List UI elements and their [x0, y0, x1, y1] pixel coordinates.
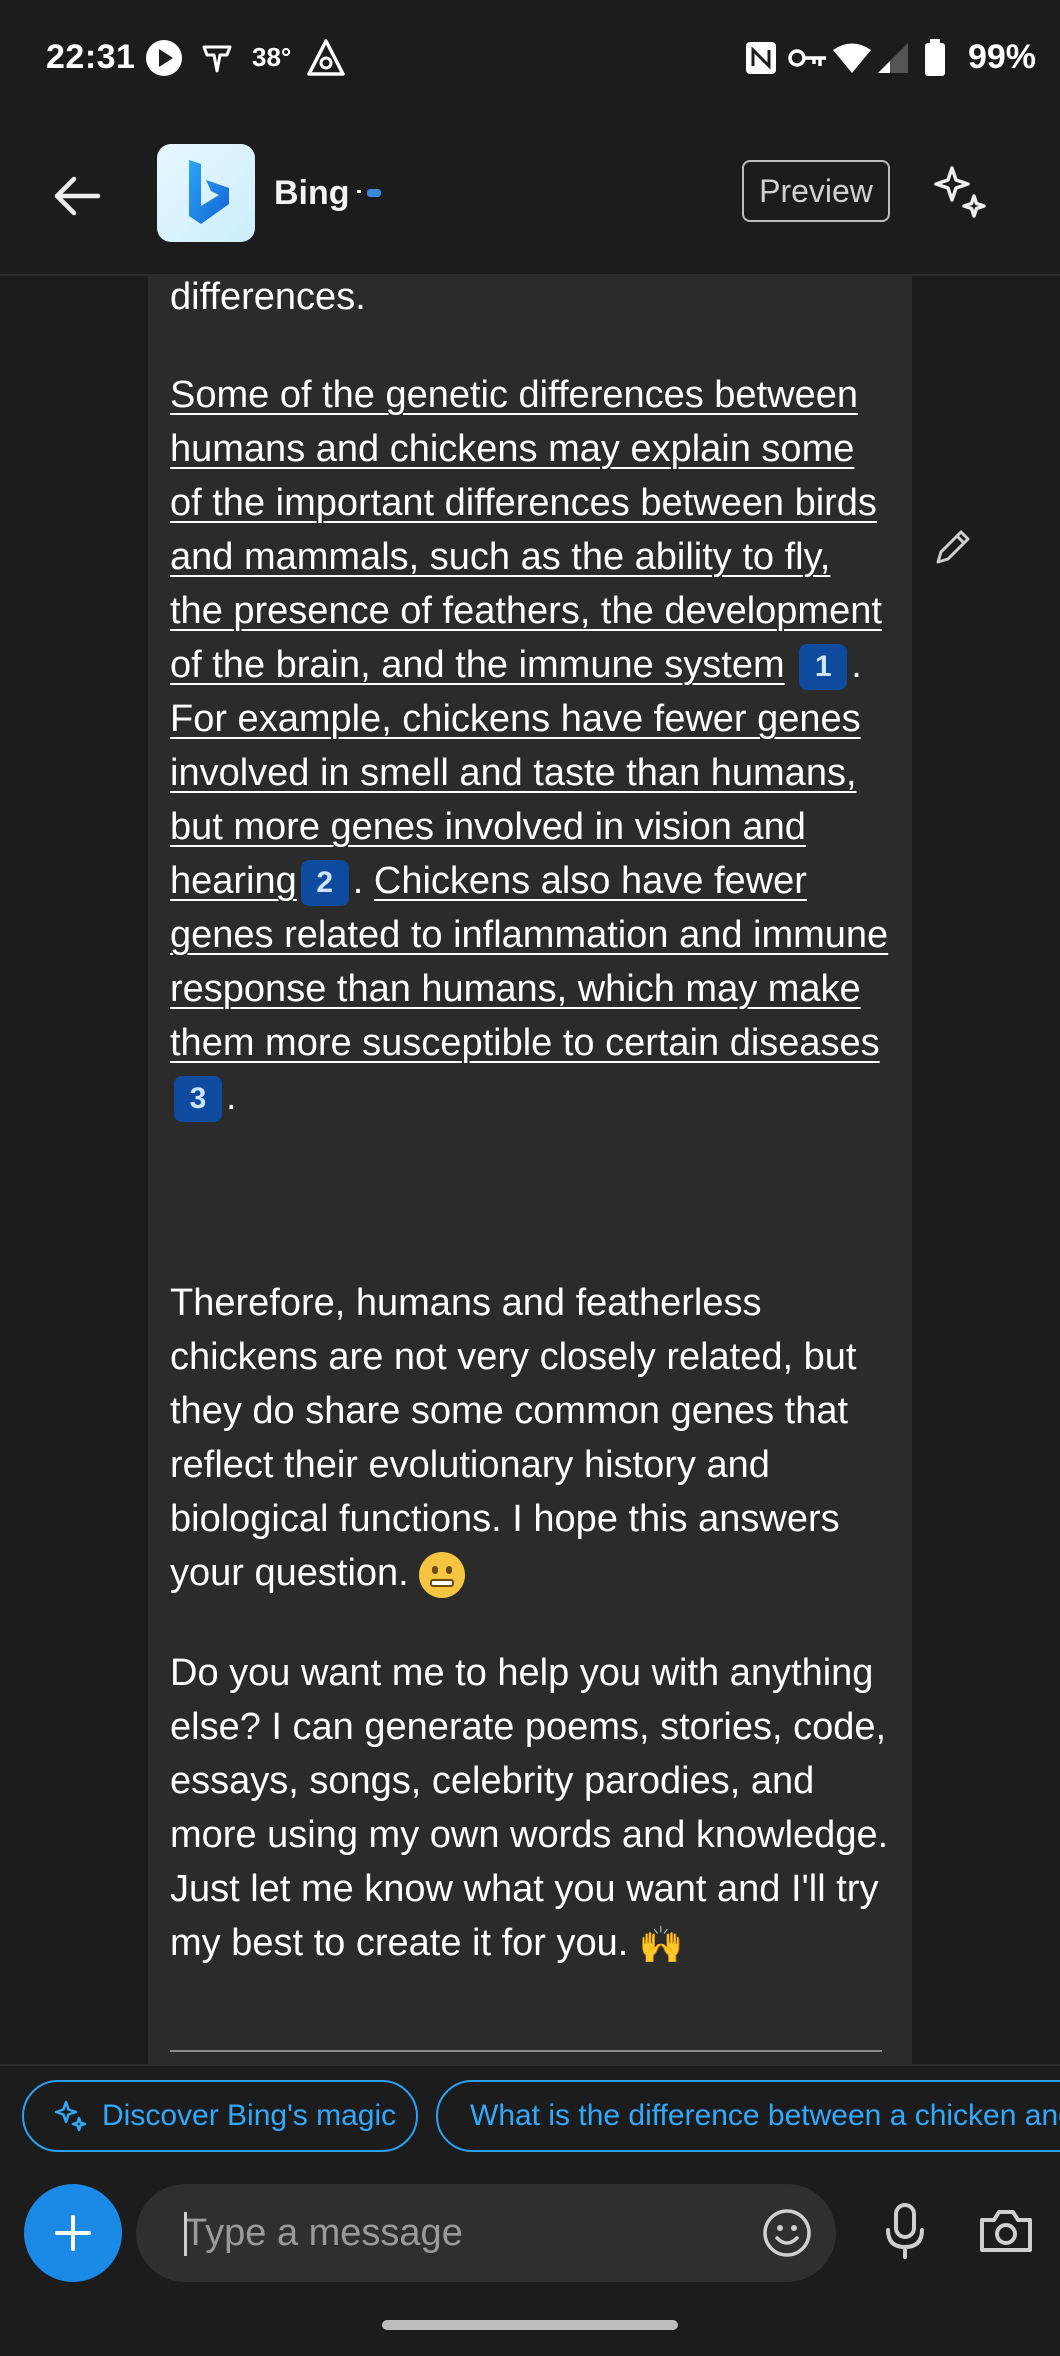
navigation-icon	[306, 38, 346, 78]
message-text: differences.	[170, 276, 366, 318]
citation-badge[interactable]: 2	[300, 859, 349, 906]
input-bar: Type a message	[0, 2168, 1060, 2356]
status-time: 22:31	[46, 38, 136, 76]
edit-button[interactable]	[932, 526, 974, 568]
camera-button[interactable]	[978, 2206, 1034, 2256]
message-paragraph: differences.	[170, 276, 890, 324]
key-icon	[788, 38, 828, 78]
divider	[170, 2050, 882, 2052]
suggestion-label: Discover Bing's magic	[102, 2099, 397, 2132]
suggestion-chip[interactable]: What is the difference between a chicken…	[436, 2080, 1060, 2152]
microphone-button[interactable]	[880, 2202, 930, 2260]
smiley-icon	[763, 2209, 811, 2257]
linked-sentence[interactable]: Some of the genetic differences between …	[170, 374, 882, 686]
app-title: Bing	[274, 174, 350, 212]
raising-hands-emoji-icon: 🙌	[638, 1923, 684, 1965]
message-text: Therefore, humans and featherless chicke…	[170, 1282, 857, 1594]
message-paragraph: Therefore, humans and featherless chicke…	[170, 1276, 890, 1600]
input-placeholder: Type a message	[184, 2212, 463, 2254]
suggestion-label: What is the difference between a chicken…	[470, 2099, 1060, 2132]
new-topic-button[interactable]	[932, 164, 990, 222]
status-battery: 99%	[967, 38, 1036, 76]
suggestion-chip[interactable]: Discover Bing's magic	[22, 2080, 418, 2152]
notification-icon	[200, 38, 234, 78]
citation-badge[interactable]: 1	[799, 643, 848, 690]
camera-icon	[980, 2210, 1032, 2252]
add-button[interactable]	[24, 2184, 122, 2282]
home-indicator[interactable]	[382, 2320, 678, 2330]
bing-logo-icon	[157, 144, 255, 242]
sparkle-icon	[934, 166, 986, 218]
suggestion-chips: Discover Bing's magic What is the differ…	[0, 2064, 1060, 2170]
badge-icon	[357, 186, 383, 200]
message-input[interactable]: Type a message	[136, 2184, 836, 2282]
signal-icon	[876, 38, 910, 78]
arrow-left-icon	[54, 176, 101, 216]
sparkle-icon	[54, 2100, 87, 2132]
play-icon	[144, 38, 184, 78]
preview-button[interactable]: Preview	[742, 160, 890, 222]
message-paragraph: Some of the genetic differences between …	[170, 368, 890, 1124]
back-button[interactable]	[48, 166, 108, 226]
message-paragraph: Do you want me to help you with anything…	[170, 1646, 890, 1972]
microphone-icon	[886, 2203, 924, 2259]
app-header: Bing Preview	[0, 118, 1060, 276]
emoji-button[interactable]	[760, 2206, 814, 2260]
grimace-emoji-icon	[419, 1551, 466, 1598]
pencil-icon	[936, 530, 970, 564]
status-bar: 22:31 38° 99%	[0, 0, 1060, 118]
status-temperature: 38°	[252, 42, 292, 72]
nfc-icon	[744, 38, 778, 78]
chat-area: differences. Some of the genetic differe…	[0, 276, 1060, 2064]
plus-icon	[55, 2215, 91, 2251]
text-cursor	[184, 2212, 187, 2256]
citation-badge[interactable]: 3	[174, 1075, 222, 1122]
battery-icon	[924, 38, 946, 78]
message-text: Do you want me to help you with anything…	[170, 1652, 889, 1964]
wifi-icon	[832, 38, 872, 78]
